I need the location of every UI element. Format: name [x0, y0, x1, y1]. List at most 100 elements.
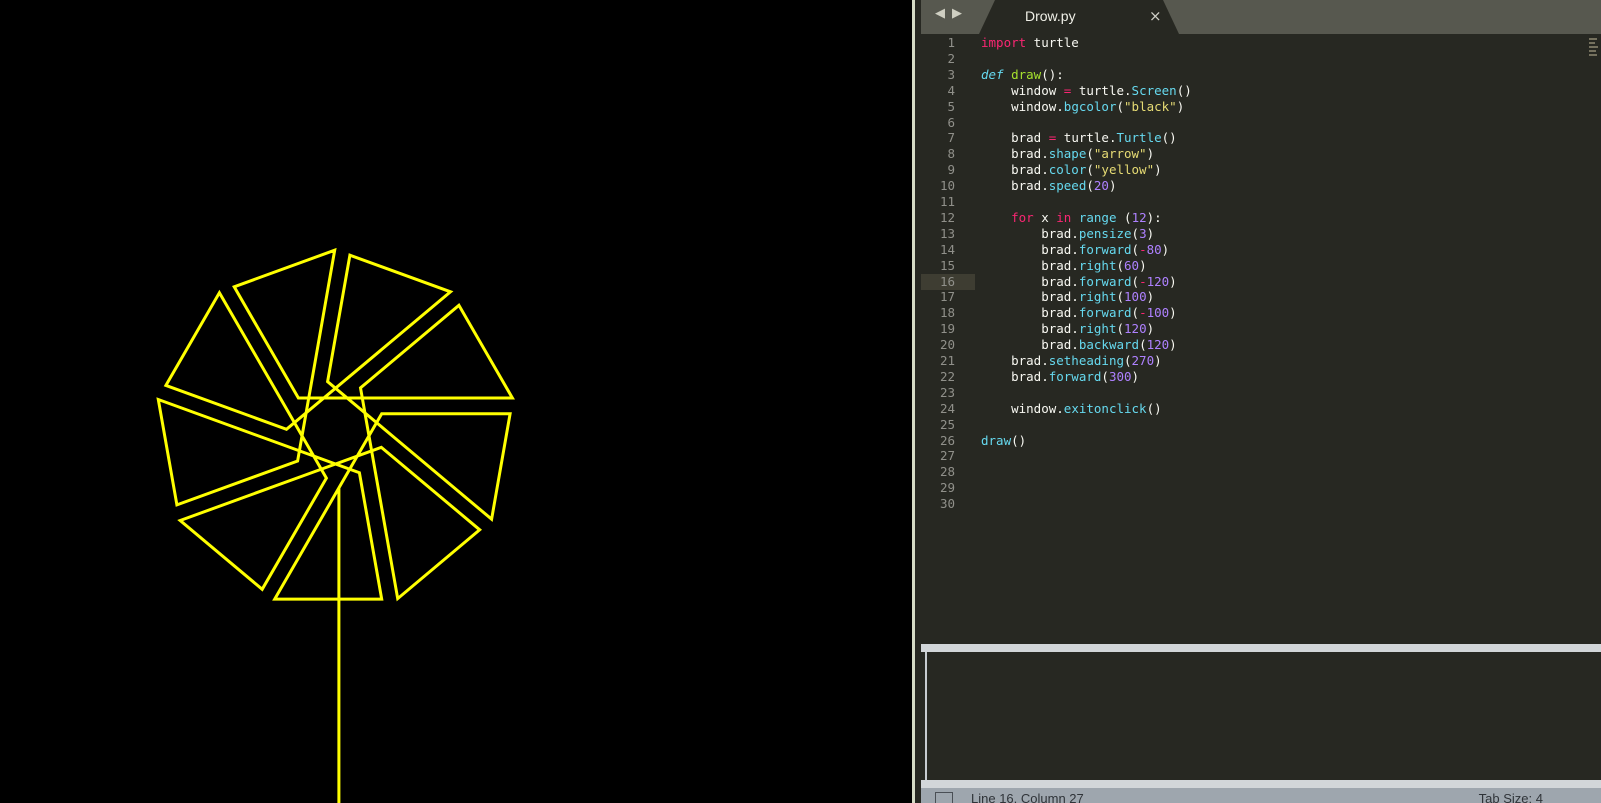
turtle-canvas — [156, 247, 515, 803]
code-line[interactable]: 19 brad.right(120) — [921, 321, 1601, 337]
code-token: forward — [1078, 241, 1132, 257]
code-token: ): — [1146, 209, 1162, 225]
code-token: ( — [1116, 289, 1125, 305]
code-token: brad. — [981, 337, 1079, 353]
code-line[interactable]: 30 — [921, 496, 1601, 512]
code-token: ) — [1176, 98, 1185, 114]
line-code: brad.pensize(3) — [981, 226, 1154, 242]
code-token: () — [1146, 400, 1162, 416]
code-line[interactable]: 16 brad.forward(-120) — [921, 273, 1601, 290]
line-code: brad.right(120) — [981, 321, 1154, 337]
line-code: brad.color("yellow") — [981, 162, 1162, 178]
code-token: Turtle — [1116, 130, 1162, 146]
line-number: 7 — [947, 130, 955, 146]
line-code: draw() — [981, 433, 1026, 449]
code-line[interactable]: 6 — [921, 115, 1601, 131]
code-line[interactable]: 9 brad.color("yellow") — [921, 162, 1601, 178]
code-token: def — [981, 66, 1004, 82]
code-token: brad. — [981, 162, 1049, 178]
turtle-graphics-window[interactable] — [0, 0, 915, 803]
code-token: Screen — [1131, 82, 1177, 98]
code-token: 120 — [1146, 337, 1170, 353]
code-line[interactable]: 28 — [921, 464, 1601, 480]
code-token: ( — [1086, 146, 1094, 162]
pinwheel-drawing — [156, 247, 515, 803]
turtle-path — [156, 247, 515, 803]
code-line[interactable]: 20 brad.backward(120) — [921, 337, 1601, 353]
code-token: (): — [1041, 66, 1064, 82]
forward-arrow-icon[interactable]: ▶ — [950, 6, 964, 22]
code-token: ) — [1146, 146, 1155, 162]
code-token: brad. — [981, 241, 1079, 257]
tab-drow-py[interactable]: Drow.py × — [979, 0, 1179, 34]
code-token: brad. — [981, 289, 1079, 305]
code-token: right — [1078, 321, 1117, 337]
code-token: setheading — [1048, 353, 1124, 368]
close-icon[interactable]: × — [1149, 7, 1162, 25]
code-token: window — [981, 82, 1064, 98]
minimap[interactable] — [1589, 38, 1599, 98]
code-line[interactable]: 22 brad.forward(300) — [921, 369, 1601, 385]
panel-toggle-icon[interactable] — [935, 792, 953, 803]
code-line[interactable]: 2 — [921, 51, 1601, 67]
code-token: draw — [1011, 66, 1042, 82]
code-token: right — [1078, 289, 1117, 305]
code-line[interactable]: 3 def draw(): — [921, 67, 1601, 83]
code-line[interactable]: 24 window.exitonclick() — [921, 401, 1601, 417]
status-bar: Line 16, Column 27 Tab Size: 4 — [921, 788, 1601, 803]
line-number: 6 — [947, 114, 955, 130]
code-token: turtle — [1026, 35, 1079, 50]
line-number: 3 — [947, 66, 955, 82]
console-splitter[interactable] — [921, 644, 1601, 652]
code-area[interactable]: 1 import turtle 2 3 def draw(): 4 window = tu… — [921, 34, 1601, 644]
line-code: brad.forward(-120) — [981, 274, 1177, 290]
line-code: brad.right(100) — [981, 289, 1154, 305]
code-line[interactable]: 4 window = turtle.Screen() — [921, 83, 1601, 99]
back-arrow-icon[interactable]: ◀ — [933, 6, 947, 22]
code-token: ) — [1154, 162, 1162, 178]
code-line[interactable]: 23 — [921, 385, 1601, 401]
code-line[interactable]: 27 — [921, 448, 1601, 464]
code-line[interactable]: 1 import turtle — [921, 35, 1601, 51]
code-line[interactable]: 18 brad.forward(-100) — [921, 305, 1601, 321]
code-token: brad. — [981, 368, 1049, 384]
code-line[interactable]: 17 brad.right(100) — [921, 289, 1601, 305]
code-line[interactable]: 21 brad.setheading(270) — [921, 353, 1601, 369]
line-code: import turtle — [981, 35, 1079, 51]
code-line[interactable]: 13 brad.pensize(3) — [921, 226, 1601, 242]
code-token: ( — [1131, 241, 1140, 257]
line-code: def draw(): — [981, 67, 1064, 83]
line-number: 14 — [939, 241, 955, 257]
code-token: 120 — [1146, 273, 1170, 289]
code-line[interactable]: 11 — [921, 194, 1601, 210]
line-number: 16 — [939, 273, 955, 289]
code-line[interactable]: 26 draw() — [921, 433, 1601, 449]
line-code: brad.forward(-100) — [981, 305, 1177, 321]
code-line[interactable]: 8 brad.shape("arrow") — [921, 146, 1601, 162]
code-token: brad — [981, 130, 1049, 146]
code-line[interactable]: 15 brad.right(60) — [921, 258, 1601, 274]
code-line[interactable]: 14 brad.forward(-80) — [921, 242, 1601, 258]
line-number: 26 — [939, 432, 955, 448]
line-code: window = turtle.Screen() — [981, 83, 1192, 99]
code-line[interactable]: 29 — [921, 480, 1601, 496]
line-number: 11 — [939, 194, 955, 209]
code-token: ( — [1116, 321, 1125, 337]
code-token: in — [1056, 209, 1072, 225]
code-token: right — [1078, 257, 1117, 273]
code-line[interactable]: 5 window.bgcolor("black") — [921, 99, 1601, 115]
code-line[interactable]: 25 — [921, 417, 1601, 433]
console-panel[interactable] — [925, 652, 1601, 780]
code-token: forward — [1078, 273, 1132, 289]
code-token: ) — [1139, 257, 1147, 273]
tab-size-selector[interactable]: Tab Size: 4 — [1479, 791, 1543, 803]
code-token: ) — [1146, 321, 1155, 337]
code-line[interactable]: 12 for x in range (12): — [921, 210, 1601, 226]
code-token: 120 — [1124, 321, 1147, 337]
code-token: brad. — [981, 353, 1049, 368]
code-line[interactable]: 10 brad.speed(20) — [921, 178, 1601, 194]
code-line[interactable]: 7 brad = turtle.Turtle() — [921, 130, 1601, 146]
code-token: ( — [1131, 305, 1140, 321]
